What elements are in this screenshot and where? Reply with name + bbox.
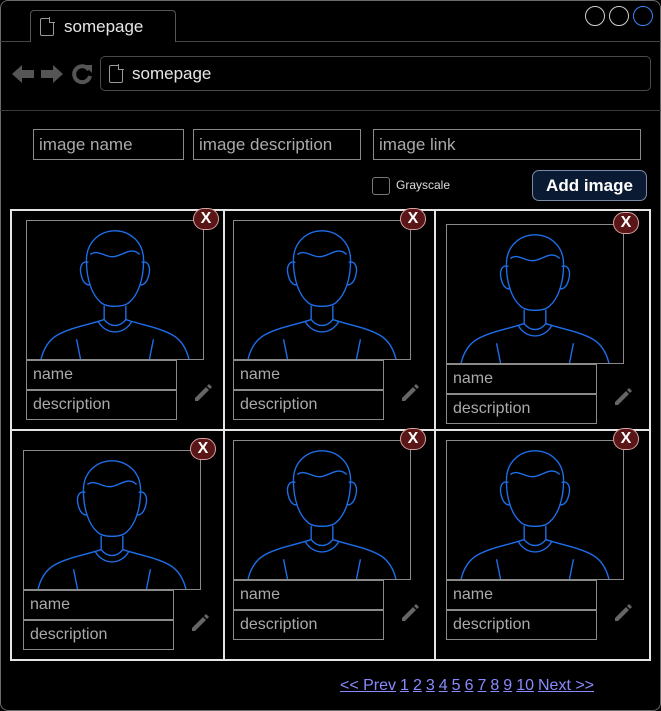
pencil-icon[interactable]	[398, 600, 422, 624]
card-name-field[interactable]	[233, 580, 384, 610]
card-image	[446, 440, 624, 580]
card-description-field[interactable]	[446, 394, 597, 424]
card-name-field[interactable]	[23, 590, 174, 620]
card-name-field[interactable]	[446, 364, 597, 394]
card-description-field[interactable]	[26, 390, 177, 420]
card-image	[23, 450, 201, 590]
card-name-field[interactable]	[446, 580, 597, 610]
page-link[interactable]: 4	[439, 677, 448, 694]
pencil-icon[interactable]	[611, 600, 635, 624]
page-link[interactable]: 6	[465, 677, 474, 694]
image-description-input[interactable]	[193, 129, 361, 160]
toolbar-divider	[0, 110, 661, 111]
pencil-icon[interactable]	[611, 384, 635, 408]
grid-divider	[434, 211, 436, 659]
page-link[interactable]: 3	[426, 677, 435, 694]
pencil-icon[interactable]	[191, 380, 215, 404]
card-description-field[interactable]	[233, 390, 384, 420]
avatar-placeholder-icon	[40, 230, 190, 359]
page-link[interactable]: 9	[503, 677, 512, 694]
grayscale-label: Grayscale	[396, 178, 451, 192]
page-link[interactable]: 1	[400, 677, 409, 694]
page-link[interactable]: 5	[452, 677, 461, 694]
page-link[interactable]: 7	[477, 677, 486, 694]
image-link-input[interactable]	[373, 129, 641, 160]
image-name-input[interactable]	[33, 129, 184, 160]
card-description-field[interactable]	[233, 610, 384, 640]
window-minimize-button[interactable]	[585, 6, 605, 26]
avatar-placeholder-icon	[37, 460, 187, 589]
card-name-field[interactable]	[233, 360, 384, 390]
grid-divider	[223, 211, 225, 659]
avatar-placeholder-icon	[247, 230, 397, 359]
right-arrow-icon[interactable]	[39, 62, 65, 86]
browser-tab[interactable]: somepage	[30, 10, 176, 42]
card-image	[233, 220, 411, 360]
next-page-link[interactable]: Next >>	[538, 677, 594, 694]
pencil-icon[interactable]	[188, 610, 212, 634]
prev-page-link[interactable]: << Prev	[340, 677, 396, 694]
window-close-button[interactable]	[633, 6, 653, 26]
card-image	[26, 220, 204, 360]
card-name-field[interactable]	[26, 360, 177, 390]
delete-image-button[interactable]: X	[613, 212, 639, 234]
page-link[interactable]: 2	[413, 677, 422, 694]
pagination: << Prev 1 2 3 4 5 6 7 8 9 10 Next >>	[340, 677, 598, 695]
window-maximize-button[interactable]	[609, 6, 629, 26]
document-icon	[40, 17, 55, 36]
page-link[interactable]: 10	[516, 677, 534, 694]
pencil-icon[interactable]	[398, 380, 422, 404]
delete-image-button[interactable]: X	[193, 208, 219, 230]
card-image	[233, 440, 411, 580]
grayscale-checkbox[interactable]	[372, 177, 390, 195]
left-arrow-icon[interactable]	[10, 62, 36, 86]
delete-image-button[interactable]: X	[400, 208, 426, 230]
address-bar[interactable]: somepage	[100, 56, 651, 91]
page-link[interactable]: 8	[490, 677, 499, 694]
address-text: somepage	[132, 63, 212, 83]
card-image	[446, 224, 624, 364]
avatar-placeholder-icon	[247, 450, 397, 579]
grid-divider	[12, 429, 649, 431]
card-description-field[interactable]	[446, 610, 597, 640]
delete-image-button[interactable]: X	[400, 428, 426, 450]
document-icon	[109, 64, 124, 83]
delete-image-button[interactable]: X	[190, 438, 216, 460]
card-description-field[interactable]	[23, 620, 174, 650]
reload-icon[interactable]	[70, 62, 94, 86]
add-image-button[interactable]: Add image	[532, 170, 647, 201]
delete-image-button[interactable]: X	[613, 428, 639, 450]
tab-title: somepage	[64, 16, 144, 36]
avatar-placeholder-icon	[460, 450, 610, 579]
avatar-placeholder-icon	[460, 234, 610, 363]
